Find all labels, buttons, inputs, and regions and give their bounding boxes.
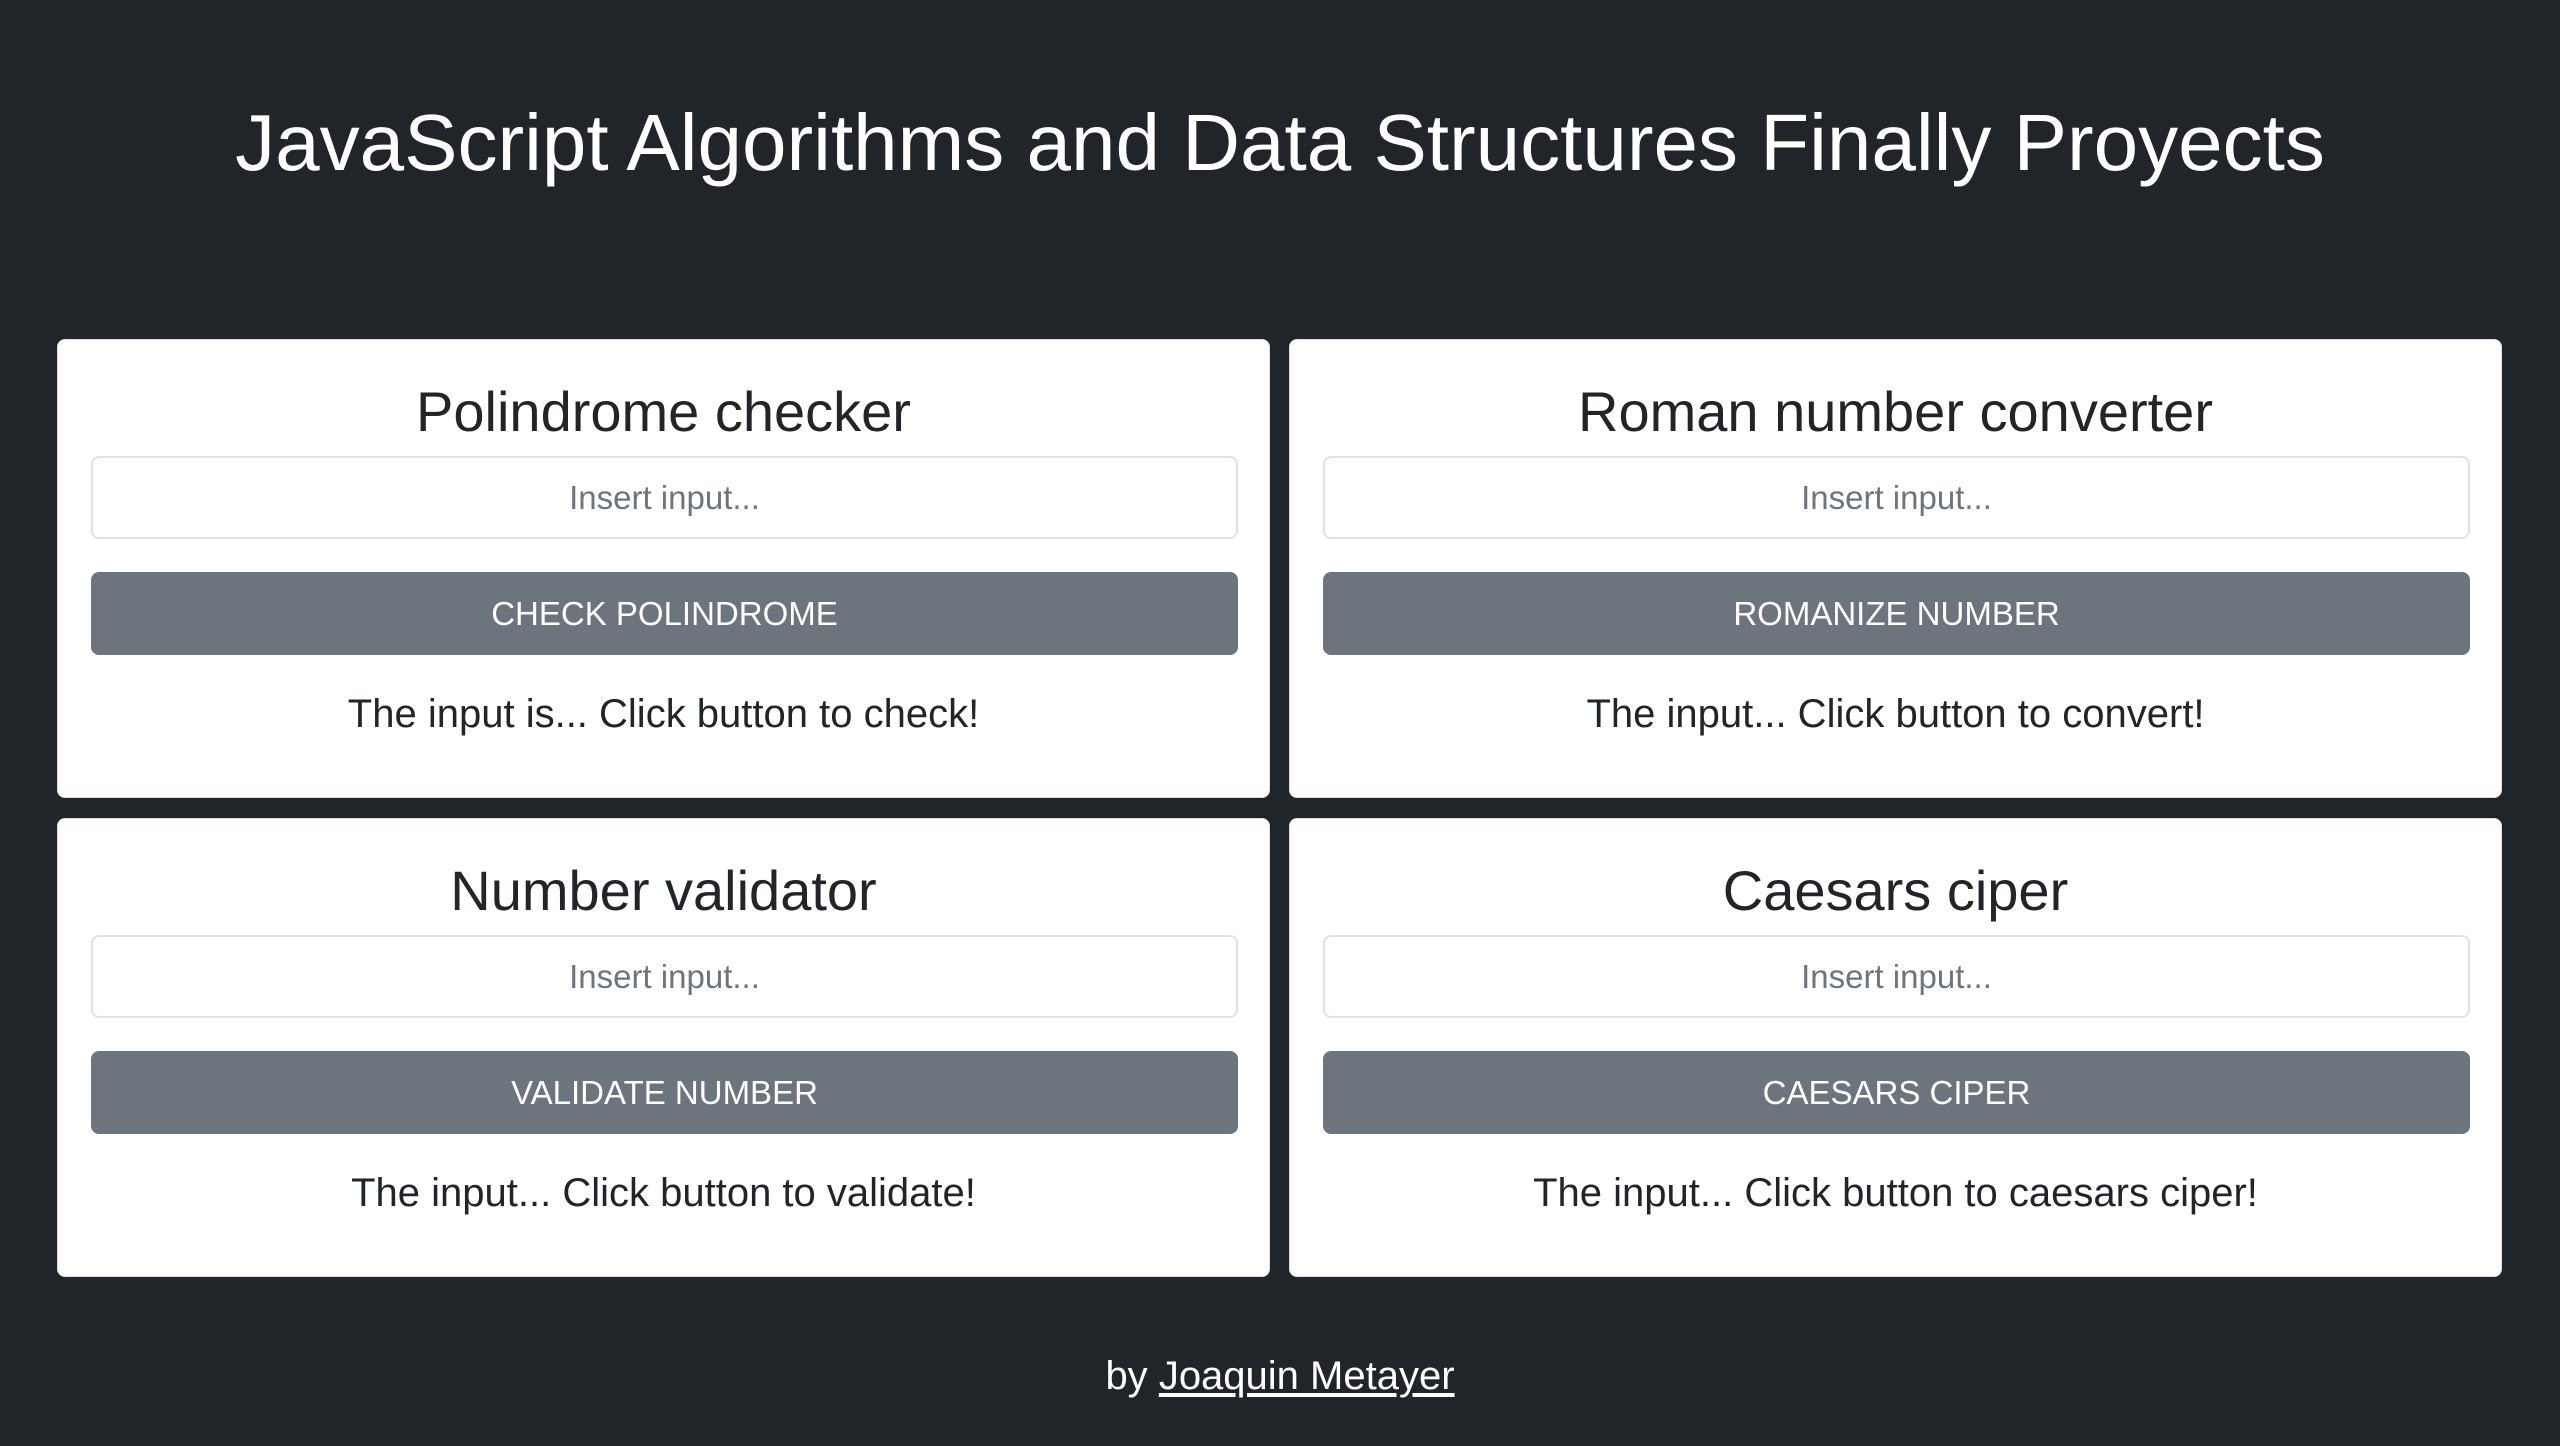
polindrome-input[interactable]	[91, 456, 1238, 539]
caesars-result-text: The input... Click button to caesars cip…	[1533, 1171, 2258, 1215]
roman-number-input[interactable]	[1323, 456, 2470, 539]
footer-prefix: by	[1105, 1354, 1148, 1398]
card-title: Number validator	[450, 859, 877, 922]
number-validator-input[interactable]	[91, 935, 1238, 1018]
romanize-number-button[interactable]: ROMANIZE NUMBER	[1323, 572, 2470, 655]
validate-number-button[interactable]: VALIDATE NUMBER	[91, 1051, 1238, 1134]
caesars-ciper-input[interactable]	[1323, 935, 2470, 1018]
footer: by Joaquin Metayer	[0, 1346, 2560, 1406]
card-title: Roman number converter	[1578, 380, 2213, 443]
validator-result-text: The input... Click button to validate!	[351, 1171, 976, 1215]
roman-result-text: The input... Click button to convert!	[1586, 692, 2205, 736]
polindrome-result-text: The input is... Click button to check!	[347, 692, 980, 736]
check-polindrome-button[interactable]: CHECK POLINDROME	[91, 572, 1238, 655]
page-title: JavaScript Algorithms and Data Structure…	[235, 98, 2325, 187]
roman-number-converter-card: Roman number converter ROMANIZE NUMBER T…	[1289, 339, 2502, 798]
number-validator-card: Number validator VALIDATE NUMBER The inp…	[57, 818, 1270, 1277]
author-link[interactable]: Joaquin Metayer	[1159, 1354, 1455, 1398]
polindrome-checker-card: Polindrome checker CHECK POLINDROME The …	[57, 339, 1270, 798]
caesars-ciper-card: Caesars ciper CAESARS CIPER The input...…	[1289, 818, 2502, 1277]
card-title: Caesars ciper	[1722, 859, 2069, 922]
card-title: Polindrome checker	[416, 380, 911, 443]
caesars-ciper-button[interactable]: CAESARS CIPER	[1323, 1051, 2470, 1134]
